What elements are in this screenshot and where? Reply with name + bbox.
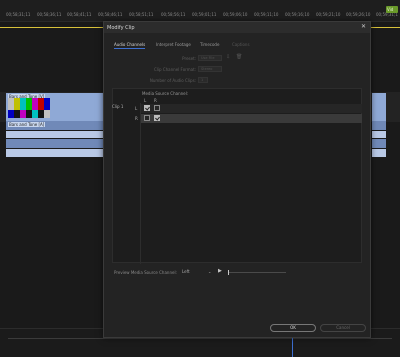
timecode-label: 00;59;01;11 bbox=[192, 12, 217, 17]
channel-row-right: R bbox=[135, 114, 362, 123]
media-source-channel-header: Media Source Channel: bbox=[142, 91, 189, 96]
clip-name: Bars and Tone [A] bbox=[8, 122, 46, 127]
app-window: 00;58;31;11 00;58;36;11 00;58;41;11 00;5… bbox=[0, 0, 400, 357]
channel-row-left: L bbox=[135, 104, 362, 113]
channel-checkbox-l-l[interactable] bbox=[144, 105, 150, 111]
tab-interpret-footage[interactable]: Interpret Footage bbox=[156, 42, 191, 47]
timecode-label: 00;59;16;10 bbox=[285, 12, 310, 17]
timecode-label: 00;58;51;11 bbox=[129, 12, 154, 17]
modify-clip-dialog: Modify Clip ✕ Audio Channels Interpret F… bbox=[103, 21, 371, 338]
audio-clip[interactable] bbox=[372, 149, 386, 157]
preset-select: Use File bbox=[198, 55, 222, 61]
column-right-header: R bbox=[154, 98, 157, 103]
save-preset-icon: ⇩ bbox=[226, 54, 231, 60]
playhead-marker[interactable]: Vid bbox=[386, 6, 398, 13]
ok-button[interactable]: OK bbox=[270, 324, 316, 332]
audio-clip[interactable] bbox=[372, 131, 386, 138]
preview-volume-slider[interactable] bbox=[228, 272, 286, 273]
timecode-label: 00;59;21;10 bbox=[316, 12, 341, 17]
video-clip[interactable] bbox=[372, 93, 386, 121]
clip-name-cell: Clip 1 bbox=[112, 104, 124, 109]
preview-channel-label: Preview Media Source Channel: bbox=[114, 270, 177, 275]
timecode-label: 00;58;46;11 bbox=[98, 12, 123, 17]
preset-label: Preset: bbox=[182, 56, 196, 61]
tab-captions: Captions bbox=[232, 42, 250, 47]
timeline-ruler[interactable]: 00;58;31;11 00;58;36;11 00;58;41;11 00;5… bbox=[0, 0, 400, 22]
timecode-label: 00;58;31;11 bbox=[6, 12, 31, 17]
color-bars-thumbnail-bottom bbox=[8, 110, 50, 118]
dialog-title: Modify Clip bbox=[107, 25, 135, 31]
audio-clip[interactable] bbox=[6, 131, 116, 138]
row-label: L bbox=[135, 106, 138, 111]
channel-mapping-table: Media Source Channel: L R Clip 1 L R bbox=[112, 88, 362, 264]
audio-clip[interactable] bbox=[6, 139, 116, 148]
tab-timecode[interactable]: Timecode bbox=[200, 42, 219, 47]
delete-preset-icon: 🗑 bbox=[236, 54, 243, 60]
channel-checkbox-r-r[interactable] bbox=[154, 115, 160, 121]
audio-clips-count-field: 1 bbox=[198, 77, 208, 83]
column-left-header: L bbox=[144, 98, 147, 103]
audio-clip[interactable] bbox=[372, 121, 386, 130]
playhead-label: Vid bbox=[387, 7, 394, 12]
preview-volume-handle[interactable] bbox=[228, 270, 229, 275]
cancel-button: Cancel bbox=[320, 324, 366, 332]
clip-column: Clip 1 bbox=[112, 103, 141, 264]
channel-format-label: Clip Channel Format: bbox=[154, 67, 196, 72]
audio-clip[interactable] bbox=[372, 139, 386, 148]
audio-clip[interactable] bbox=[6, 149, 116, 157]
timecode-label: 00;58;36;11 bbox=[37, 12, 62, 17]
row-label: R bbox=[135, 116, 138, 121]
audio-clips-count-label: Number of Audio Clips: bbox=[149, 78, 196, 83]
audio-clip[interactable]: Bars and Tone [A] bbox=[6, 121, 116, 130]
timecode-label: 00;59;11;10 bbox=[254, 12, 279, 17]
timecode-label: 00;59;26;10 bbox=[346, 12, 371, 17]
timecode-label: 00;58;56;11 bbox=[161, 12, 186, 17]
channel-format-select: Stereo bbox=[198, 66, 222, 72]
dialog-title-bar[interactable]: Modify Clip ✕ bbox=[104, 22, 370, 33]
chevron-down-icon: ⌄ bbox=[208, 269, 212, 274]
close-icon[interactable]: ✕ bbox=[361, 24, 366, 30]
tab-audio-channels[interactable]: Audio Channels bbox=[114, 42, 146, 49]
channel-checkbox-r-l[interactable] bbox=[144, 115, 150, 121]
timeline-scrollbar[interactable] bbox=[8, 338, 392, 339]
timecode-label: 00;59;06;10 bbox=[223, 12, 248, 17]
timecode-label: 00;58;41;11 bbox=[67, 12, 92, 17]
channel-checkbox-l-r[interactable] bbox=[154, 105, 160, 111]
play-icon[interactable]: ▶ bbox=[218, 268, 222, 274]
